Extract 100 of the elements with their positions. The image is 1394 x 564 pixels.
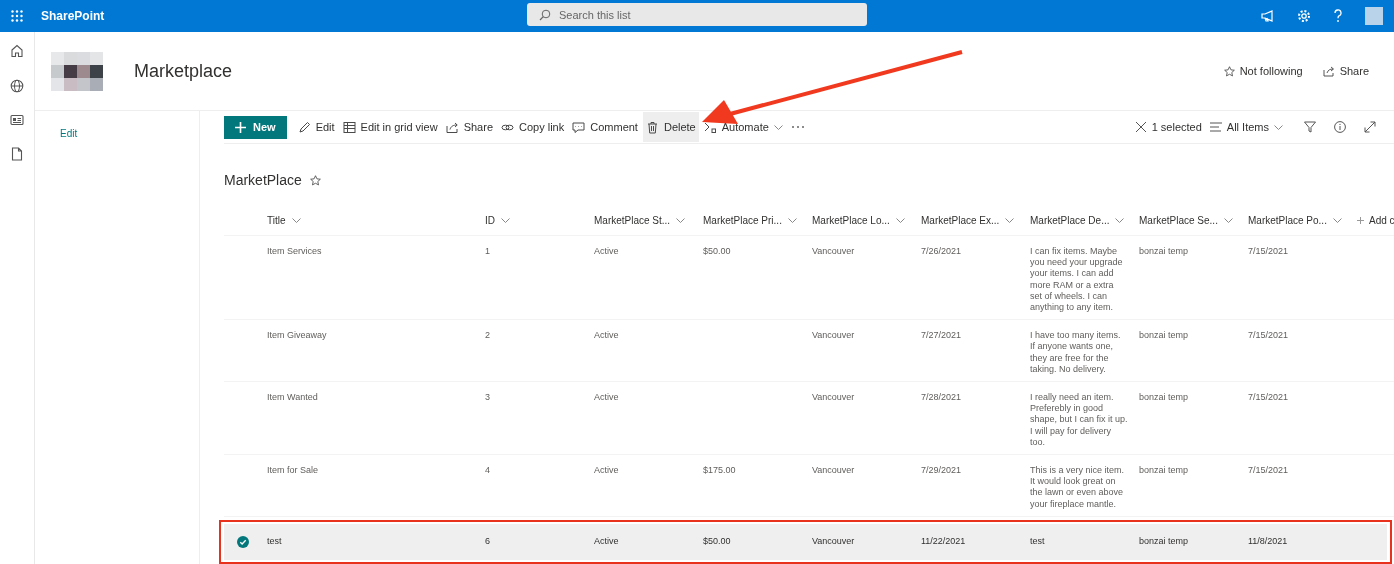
title-cell: Item Services bbox=[267, 246, 322, 256]
column-header[interactable]: MarketPlace Pri... bbox=[703, 214, 782, 226]
posted-cell: 7/15/2021 bbox=[1248, 465, 1289, 476]
plus-icon bbox=[1357, 216, 1364, 224]
add-column-button[interactable]: Add c bbox=[1357, 214, 1394, 226]
share-icon bbox=[1322, 65, 1335, 77]
automate-button[interactable]: Automate bbox=[700, 112, 786, 142]
list-row[interactable]: Item Giveaway 2 Active Vancouver 7/27/2021 I have too many items. If anyone wants one, they are free for the taking. No delivery. bonzai temp 7/15/2021 bbox=[224, 320, 1394, 383]
globe-icon[interactable] bbox=[10, 79, 24, 93]
title-cell: Item Giveaway bbox=[267, 330, 327, 341]
chevron-down-icon[interactable] bbox=[895, 217, 905, 223]
share-site-button[interactable]: Share bbox=[1319, 56, 1372, 86]
column-header[interactable]: ID bbox=[485, 214, 495, 226]
location-cell: Vancouver bbox=[812, 536, 855, 547]
chevron-down-icon[interactable] bbox=[1223, 217, 1233, 223]
description-cell-text: This is a very nice item. It would look great on the lawn or even above your fireplace mantle. bbox=[1030, 465, 1126, 510]
chevron-down-icon[interactable] bbox=[1332, 217, 1342, 223]
app-name[interactable]: SharePoint bbox=[41, 9, 105, 23]
delete-button[interactable]: Delete bbox=[642, 112, 699, 142]
megaphone-icon[interactable] bbox=[1261, 10, 1275, 22]
expiry-cell: 7/28/2021 bbox=[921, 392, 962, 403]
settings-icon[interactable] bbox=[1297, 9, 1311, 23]
location-cell: Vancouver bbox=[812, 330, 855, 341]
list-row[interactable]: test 6 Active $50.00 Vancouver 11/22/2021 test bonzai temp 11/8/2021 bbox=[224, 523, 1387, 560]
column-header[interactable]: MarketPlace Se... bbox=[1139, 214, 1218, 226]
id-cell: 4 bbox=[485, 465, 490, 476]
description-cell-text: test bbox=[1030, 536, 1046, 548]
expand-icon[interactable] bbox=[1364, 121, 1376, 133]
document-icon[interactable] bbox=[11, 147, 23, 161]
title-cell: Item for Sale bbox=[267, 465, 319, 476]
grid-icon bbox=[342, 120, 356, 134]
column-header[interactable]: MarketPlace Ex... bbox=[921, 214, 1000, 226]
seller-cell: bonzai temp bbox=[1139, 465, 1189, 476]
more-icon bbox=[790, 125, 805, 129]
description-cell: I really need an item. Preferebly in good shape, but I can fix it up. I will pay for delivery too. bbox=[1030, 392, 1128, 449]
list-row[interactable]: Item Wanted 3 Active Vancouver 7/28/2021 I really need an item. Preferebly in good shape, but I can fix it up. I will pay for delivery too. bonzai temp 7/15/2021 bbox=[224, 382, 1394, 456]
seller-cell: bonzai temp bbox=[1139, 392, 1189, 403]
chevron-down-icon[interactable] bbox=[501, 217, 510, 223]
new-button[interactable]: New bbox=[224, 115, 287, 139]
clear-selection-button[interactable]: 1 selected bbox=[1131, 112, 1205, 142]
price-cell: $175.00 bbox=[703, 465, 736, 476]
id-cell: 2 bbox=[485, 330, 490, 341]
share-icon bbox=[445, 120, 459, 134]
help-icon[interactable] bbox=[1333, 9, 1343, 23]
follow-button[interactable]: Not following bbox=[1220, 56, 1306, 86]
expiry-cell: 7/29/2021 bbox=[921, 465, 962, 476]
price-cell: $50.00 bbox=[703, 536, 731, 547]
news-icon[interactable] bbox=[10, 114, 24, 126]
close-icon bbox=[1134, 121, 1147, 133]
price-cell: $50.00 bbox=[703, 246, 731, 256]
link-button[interactable]: Copy link bbox=[498, 112, 568, 142]
view-selector[interactable]: All Items bbox=[1206, 112, 1286, 142]
share-button[interactable]: Share bbox=[442, 112, 496, 142]
chevron-down-icon bbox=[773, 124, 783, 130]
comment-icon bbox=[572, 120, 586, 134]
comment-button[interactable]: Comment bbox=[569, 112, 641, 142]
edit-button[interactable]: Edit bbox=[294, 112, 338, 142]
title-cell: Item Wanted bbox=[267, 392, 318, 403]
posted-cell: 7/15/2021 bbox=[1248, 392, 1289, 403]
star-icon bbox=[1223, 65, 1235, 77]
chevron-down-icon[interactable] bbox=[1115, 217, 1125, 223]
location-cell: Vancouver bbox=[812, 465, 855, 476]
list-row[interactable]: Item for Sale 4 Active $175.00 Vancouver 7/29/2021 This is a very nice item. It would look great on the lawn or even above your fireplace mantle. bonzai temp 7/15/2021 bbox=[224, 455, 1394, 517]
info-icon[interactable] bbox=[1334, 121, 1346, 133]
status-cell: Active bbox=[594, 465, 619, 476]
grid-button[interactable]: Edit in grid view bbox=[339, 112, 441, 142]
automate-icon bbox=[703, 120, 717, 134]
app-launcher-icon[interactable] bbox=[11, 10, 23, 22]
chevron-down-icon[interactable] bbox=[1005, 217, 1015, 223]
status-cell: Active bbox=[594, 246, 619, 256]
id-cell: 3 bbox=[485, 392, 490, 403]
search-icon bbox=[539, 9, 551, 21]
title-cell: test bbox=[267, 536, 282, 547]
location-cell: Vancouver bbox=[812, 392, 855, 403]
description-cell-text: I have too many items. If anyone wants one, they are free for the taking. No delivery. bbox=[1030, 330, 1122, 376]
chevron-down-icon[interactable] bbox=[291, 217, 301, 223]
column-header[interactable]: MarketPlace De... bbox=[1030, 214, 1110, 226]
search-field[interactable]: Search this list bbox=[527, 3, 867, 26]
location-cell: Vancouver bbox=[812, 246, 855, 256]
status-cell: Active bbox=[594, 392, 619, 403]
column-header[interactable]: Title bbox=[267, 214, 286, 226]
chevron-down-icon[interactable] bbox=[787, 217, 797, 223]
site-logo[interactable] bbox=[51, 51, 103, 91]
filter-icon[interactable] bbox=[1304, 121, 1316, 133]
edit-nav-link[interactable]: Edit bbox=[60, 128, 78, 139]
column-header[interactable]: MarketPlace St... bbox=[594, 214, 671, 226]
checkmark-icon[interactable] bbox=[237, 535, 249, 548]
chevron-down-icon[interactable] bbox=[676, 217, 686, 223]
posted-cell: 7/15/2021 bbox=[1248, 246, 1289, 256]
trash-icon bbox=[645, 120, 659, 134]
site-title: Marketplace bbox=[134, 60, 233, 82]
favorite-star-icon[interactable] bbox=[309, 174, 321, 186]
id-cell: 1 bbox=[485, 246, 490, 256]
column-header[interactable]: MarketPlace Lo... bbox=[812, 214, 890, 226]
home-icon[interactable] bbox=[10, 44, 24, 58]
column-header[interactable]: MarketPlace Po... bbox=[1248, 214, 1327, 226]
seller-cell: bonzai temp bbox=[1139, 536, 1189, 547]
seller-cell: bonzai temp bbox=[1139, 330, 1189, 341]
lines-icon bbox=[1209, 122, 1222, 132]
expiry-cell: 11/22/2021 bbox=[921, 536, 966, 547]
